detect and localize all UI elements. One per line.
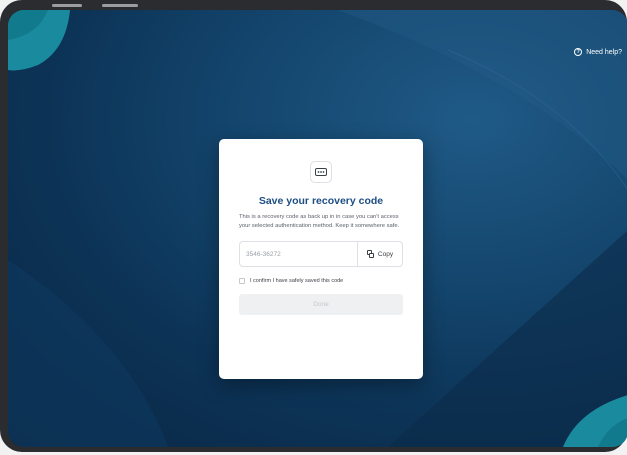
need-help-link[interactable]: ? Need help? <box>574 48 622 56</box>
copy-button[interactable]: Copy <box>357 242 402 266</box>
need-help-label: Need help? <box>586 48 622 56</box>
confirm-checkbox[interactable] <box>239 278 245 284</box>
recovery-code-input[interactable] <box>240 242 357 266</box>
confirm-row: I confirm I have safely saved this code <box>239 278 403 284</box>
question-circle-icon: ? <box>574 48 583 56</box>
dialog-description: This is a recovery code as back up in in… <box>239 214 400 229</box>
done-button[interactable]: Done <box>239 294 403 315</box>
dialog-title: Save your recovery code <box>258 195 384 207</box>
password-dots-icon <box>310 161 332 183</box>
recovery-code-dialog: Save your recovery code This is a recove… <box>219 139 423 379</box>
device-button <box>52 4 82 7</box>
copy-label: Copy <box>377 250 394 258</box>
recovery-code-field: Copy <box>239 241 403 267</box>
confirm-label: I confirm I have safely saved this code <box>250 278 344 284</box>
copy-icon <box>366 250 375 258</box>
device-button <box>102 4 138 7</box>
